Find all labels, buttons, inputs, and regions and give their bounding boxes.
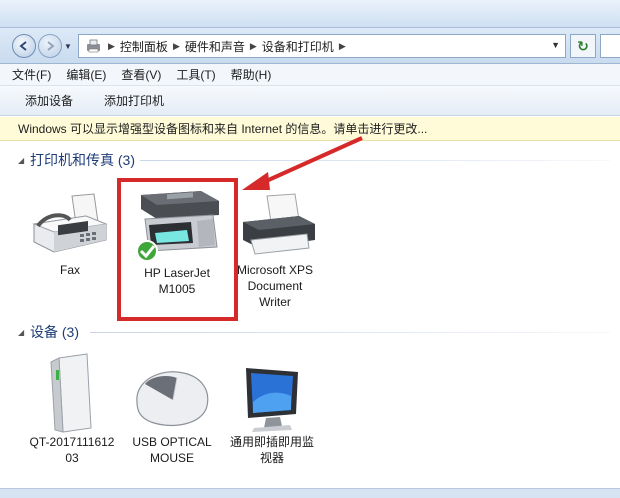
collapse-triangle-icon[interactable]: ◢ — [18, 328, 24, 337]
device-label-line2: MOUSE — [149, 451, 194, 465]
menu-file[interactable]: 文件(F) — [12, 66, 51, 83]
forward-button[interactable] — [38, 34, 62, 58]
breadcrumb-chevron-icon[interactable]: ▶ — [106, 41, 117, 52]
back-button[interactable] — [12, 34, 36, 58]
add-device-button[interactable]: 添加设备 — [25, 92, 73, 109]
arrow-right-icon — [47, 41, 55, 51]
refresh-button[interactable]: ↻ — [570, 34, 596, 58]
refresh-icon: ↻ — [577, 37, 589, 54]
device-pnp-monitor[interactable]: 通用即插即用监 视器 — [222, 362, 322, 466]
menu-edit[interactable]: 编辑(E) — [66, 66, 106, 83]
search-input[interactable] — [600, 34, 620, 58]
device-label-line3: Writer — [259, 295, 291, 309]
device-label-line1: QT-2017111612 — [29, 435, 115, 449]
group-divider — [90, 332, 610, 333]
breadcrumb-devices-printers[interactable]: 设备和打印机 — [259, 38, 337, 55]
device-label-line2: 03 — [65, 451, 79, 465]
window-titlebar — [0, 0, 620, 28]
group-title: 设备 (3) — [30, 324, 79, 340]
recent-pages-dropdown[interactable]: ▼ — [64, 42, 72, 51]
navigation-bar: ▼ ▶ 控制面板 ▶ 硬件和声音 ▶ 设备和打印机 ▶ ▼ ↻ — [0, 28, 620, 64]
device-label-line1: 通用即插即用监 — [229, 435, 314, 449]
fax-icon — [32, 193, 108, 253]
device-label-line1: Microsoft XPS — [236, 263, 314, 277]
device-microsoft-xps-document-writer[interactable]: Microsoft XPS Document Writer — [225, 192, 325, 310]
monitor-icon — [246, 368, 298, 432]
add-printer-button[interactable]: 添加打印机 — [104, 92, 164, 109]
menu-help[interactable]: 帮助(H) — [231, 66, 272, 83]
highlight-box — [117, 178, 238, 321]
menu-view[interactable]: 查看(V) — [121, 66, 161, 83]
devices-printers-icon — [87, 39, 100, 53]
breadcrumb-chevron-icon[interactable]: ▶ — [337, 41, 348, 52]
breadcrumb-chevron-icon[interactable]: ▶ — [248, 41, 259, 52]
address-bar[interactable]: ▶ 控制面板 ▶ 硬件和声音 ▶ 设备和打印机 ▶ ▼ — [78, 34, 566, 58]
arrow-left-icon — [19, 41, 27, 51]
command-bar: 添加设备 添加打印机 — [0, 86, 620, 116]
computer-tower-icon — [50, 353, 92, 433]
device-label-line1: USB OPTICAL — [132, 435, 212, 449]
device-label-line2: 视器 — [259, 451, 284, 465]
group-title: 打印机和传真 (3) — [30, 152, 135, 168]
printer-icon — [243, 193, 315, 255]
device-usb-optical-mouse[interactable]: USB OPTICAL MOUSE — [122, 362, 222, 466]
address-history-dropdown[interactable]: ▼ — [551, 40, 560, 50]
annotation-arrow-icon — [242, 136, 363, 190]
breadcrumb-chevron-icon[interactable]: ▶ — [171, 41, 182, 52]
device-fax[interactable]: Fax — [20, 190, 120, 278]
breadcrumb-control-panel[interactable]: 控制面板 — [117, 38, 171, 55]
mouse-icon — [136, 371, 209, 427]
device-computer[interactable]: QT-2017111612 03 — [22, 352, 122, 466]
group-header-devices[interactable]: ◢ 设备 (3) — [0, 322, 620, 342]
device-label: Fax — [59, 263, 80, 277]
group-divider — [140, 160, 610, 161]
status-bar — [0, 488, 620, 498]
device-label-line2: Document — [247, 279, 303, 293]
menu-tools[interactable]: 工具(T) — [176, 66, 215, 83]
collapse-triangle-icon[interactable]: ◢ — [18, 156, 24, 165]
breadcrumb-hardware-sound[interactable]: 硬件和声音 — [182, 38, 248, 55]
menu-bar: 文件(F) 编辑(E) 查看(V) 工具(T) 帮助(H) — [0, 64, 620, 86]
